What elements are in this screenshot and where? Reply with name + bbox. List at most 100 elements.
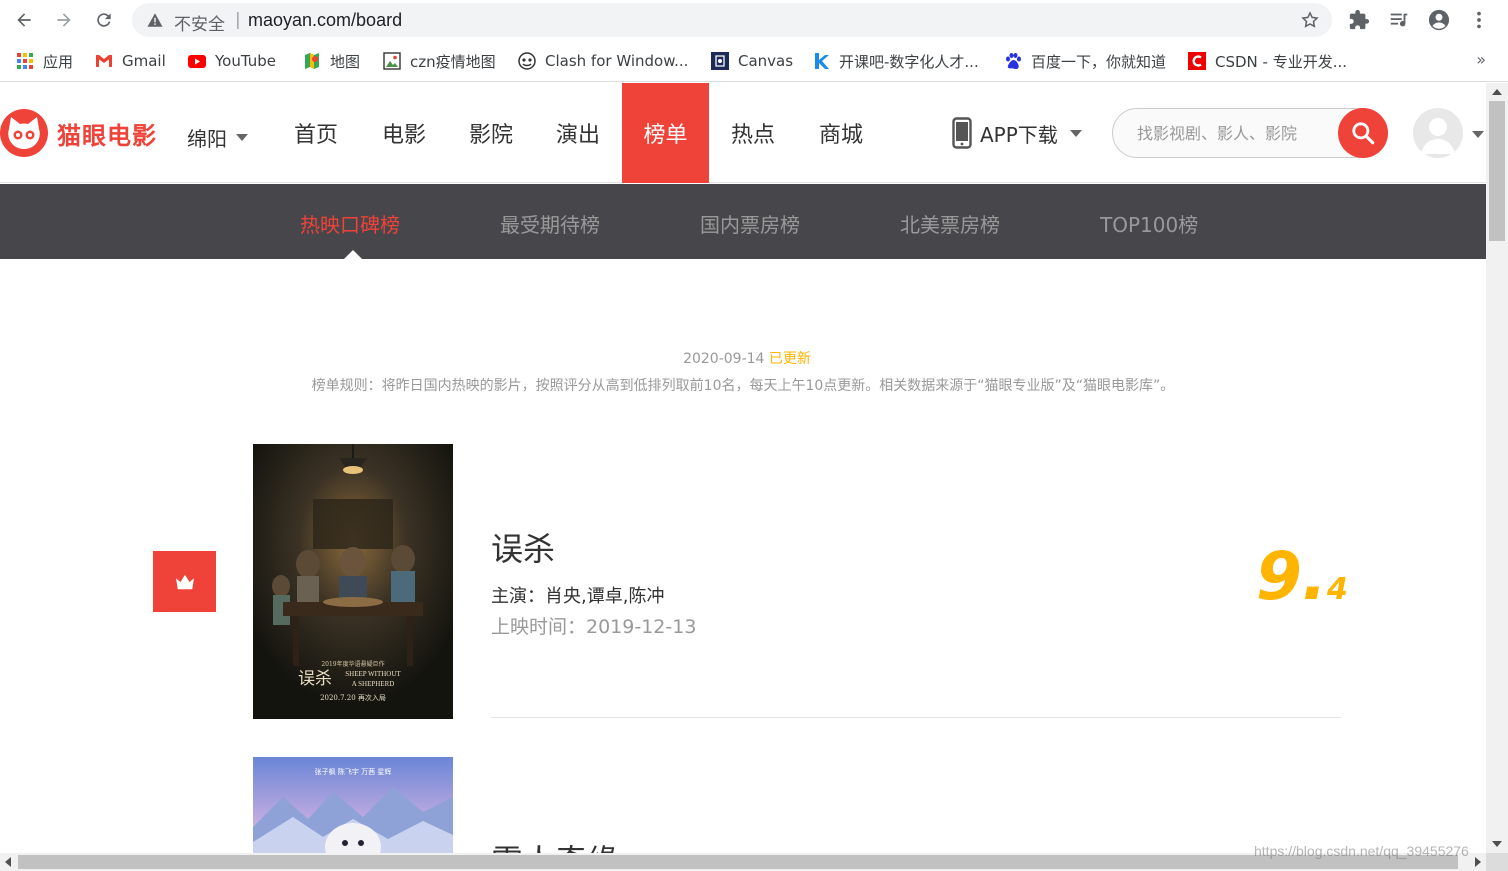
address-bar[interactable]: 不安全 | maoyan.com/board [132, 3, 1332, 37]
vertical-scroll-thumb[interactable] [1489, 101, 1505, 241]
bookmark-label: YouTube [215, 52, 276, 70]
vertical-scrollbar[interactable] [1486, 83, 1508, 853]
movie-release-time: 上映时间：2019-12-13 [491, 616, 697, 638]
image-bookmark-icon [383, 52, 401, 70]
search-input[interactable] [1137, 121, 1327, 145]
site-logo[interactable]: 猫眼电影 [0, 107, 157, 159]
horizontal-scroll-thumb[interactable] [18, 855, 1458, 869]
bookmark-label: CSDN - 专业开发... [1215, 52, 1348, 71]
url-text[interactable]: maoyan.com/board [248, 10, 402, 31]
clash-icon [518, 52, 536, 70]
media-control-button[interactable] [1387, 8, 1411, 32]
movie-stars: 主演：肖央,谭卓,陈冲 [491, 586, 665, 607]
reload-button[interactable] [90, 6, 118, 34]
bookmark-maps[interactable]: 地图 [303, 51, 360, 71]
csdn-icon [1188, 52, 1206, 70]
bookmark-baidu[interactable]: 百度一下，你就知道 [1004, 51, 1166, 71]
chevron-down-icon [236, 134, 248, 141]
poster-image-2: 张子枫 陈飞宇 万茜 星辉 [253, 757, 453, 853]
nav-hot[interactable]: 热点 [709, 83, 797, 183]
canvas-icon [711, 52, 729, 70]
bookmark-star-icon[interactable] [1300, 10, 1320, 30]
bookmark-label: 开课吧-数字化人才... [839, 52, 979, 71]
movie-poster[interactable]: 2019年度华语悬疑巨作 误杀 SHEEP WITHOUT A SHEPHERD… [253, 444, 453, 719]
browser-toolbar: 不安全 | maoyan.com/board [0, 0, 1508, 40]
board-subnav: 热映口碑榜 最受期待榜 国内票房榜 北美票房榜 TOP100榜 [0, 184, 1486, 259]
poster-subtitle-2: A SHEPHERD [352, 680, 395, 688]
back-arrow-icon [17, 13, 31, 27]
nav-home[interactable]: 首页 [272, 83, 360, 183]
search-box [1112, 108, 1388, 158]
bookmark-apps[interactable]: 应用 [16, 51, 73, 71]
nav-shows[interactable]: 演出 [534, 83, 622, 183]
movie-title[interactable]: 误杀 [491, 524, 555, 570]
forward-button[interactable] [50, 6, 78, 34]
search-button[interactable] [1338, 108, 1388, 158]
bookmarks-overflow-button[interactable]: » [1476, 50, 1486, 69]
kaikeba-icon [812, 52, 830, 70]
nav-board[interactable]: 榜单 [622, 83, 709, 183]
scroll-down-arrow-icon[interactable] [1492, 841, 1502, 847]
scroll-right-arrow-icon[interactable] [1475, 857, 1481, 867]
svg-text:2019年度华语悬疑巨作: 2019年度华语悬疑巨作 [321, 660, 384, 668]
update-info: 2020-09-14 已更新 [0, 348, 1494, 368]
tab-hot-reputation[interactable]: 热映口碑榜 [300, 209, 400, 238]
bookmark-gmail[interactable]: Gmail [95, 51, 166, 71]
warning-icon [147, 13, 163, 27]
nav-cinemas[interactable]: 影院 [447, 83, 535, 183]
forward-arrow-icon [57, 13, 71, 27]
bookmarks-bar: 应用 Gmail YouTube 地图 czn疫情地图 Clash for Wi… [0, 40, 1508, 82]
watermark: https://blog.csdn.net/qq_39455276 [1254, 843, 1469, 859]
bookmark-label: Clash for Window... [545, 52, 689, 70]
app-download-menu[interactable]: APP下载 [952, 116, 1082, 150]
city-name: 绵阳 [187, 127, 227, 151]
browser-menu-button[interactable] [1467, 8, 1491, 32]
poster-subtitle-1: SHEEP WITHOUT [345, 670, 401, 678]
poster-image: 2019年度华语悬疑巨作 误杀 SHEEP WITHOUT A SHEPHERD… [253, 444, 453, 719]
user-avatar[interactable] [1413, 108, 1463, 158]
bookmark-youtube[interactable]: YouTube [188, 51, 276, 71]
score-fraction: 4 [1327, 572, 1348, 607]
bookmark-label: 应用 [43, 52, 74, 71]
profile-button[interactable] [1427, 8, 1451, 32]
movie-poster-2[interactable]: 张子枫 陈飞宇 万茜 星辉 [253, 757, 453, 853]
tab-top100[interactable]: TOP100榜 [1100, 209, 1198, 238]
svg-text:张子枫 陈飞宇 万茜 星辉: 张子枫 陈飞宇 万茜 星辉 [315, 767, 392, 776]
tab-domestic-box-office[interactable]: 国内票房榜 [700, 209, 800, 238]
tab-most-expected[interactable]: 最受期待榜 [500, 209, 600, 238]
bookmark-clash[interactable]: Clash for Window... [518, 51, 688, 71]
scrollbar-corner [1486, 853, 1508, 871]
app-download-label: APP下载 [980, 122, 1058, 147]
playlist-icon [1390, 13, 1408, 27]
baidu-paw-icon [1004, 52, 1022, 70]
board-rule: 榜单规则：将昨日国内热映的影片，按照评分从高到低排列取前10名，每天上午10点更… [311, 378, 1175, 394]
scroll-up-arrow-icon[interactable] [1492, 89, 1502, 95]
updated-label: 已更新 [768, 351, 811, 367]
logo-text: 猫眼电影 [57, 121, 157, 150]
extensions-button[interactable] [1347, 8, 1371, 32]
bookmark-csdn[interactable]: CSDN - 专业开发... [1188, 51, 1347, 71]
update-date: 2020-09-14 [683, 351, 765, 367]
scroll-left-arrow-icon[interactable] [5, 857, 11, 867]
poster-title: 误杀 [298, 669, 332, 689]
nav-movies[interactable]: 电影 [360, 83, 448, 183]
maps-icon [303, 52, 321, 70]
kebab-menu-icon [1477, 11, 1481, 29]
bookmark-czn-map[interactable]: czn疫情地图 [383, 51, 496, 71]
tab-na-box-office[interactable]: 北美票房榜 [900, 209, 1000, 238]
bookmark-canvas[interactable]: Canvas [711, 51, 793, 71]
reload-icon [97, 13, 111, 27]
cat-logo-icon [0, 109, 48, 157]
default-avatar-icon [1421, 118, 1455, 154]
city-selector[interactable]: 绵阳 [187, 123, 248, 152]
nav-mall[interactable]: 商城 [797, 83, 885, 183]
chevron-down-icon [1069, 129, 1082, 137]
active-tab-indicator [343, 250, 363, 260]
phone-icon [952, 117, 972, 149]
bookmark-kaikeba[interactable]: 开课吧-数字化人才... [812, 51, 979, 71]
chevron-down-icon[interactable] [1472, 131, 1484, 138]
gmail-icon [95, 52, 113, 70]
back-button[interactable] [10, 6, 38, 34]
apps-grid-icon [16, 52, 34, 70]
bookmark-label: Canvas [738, 52, 794, 70]
